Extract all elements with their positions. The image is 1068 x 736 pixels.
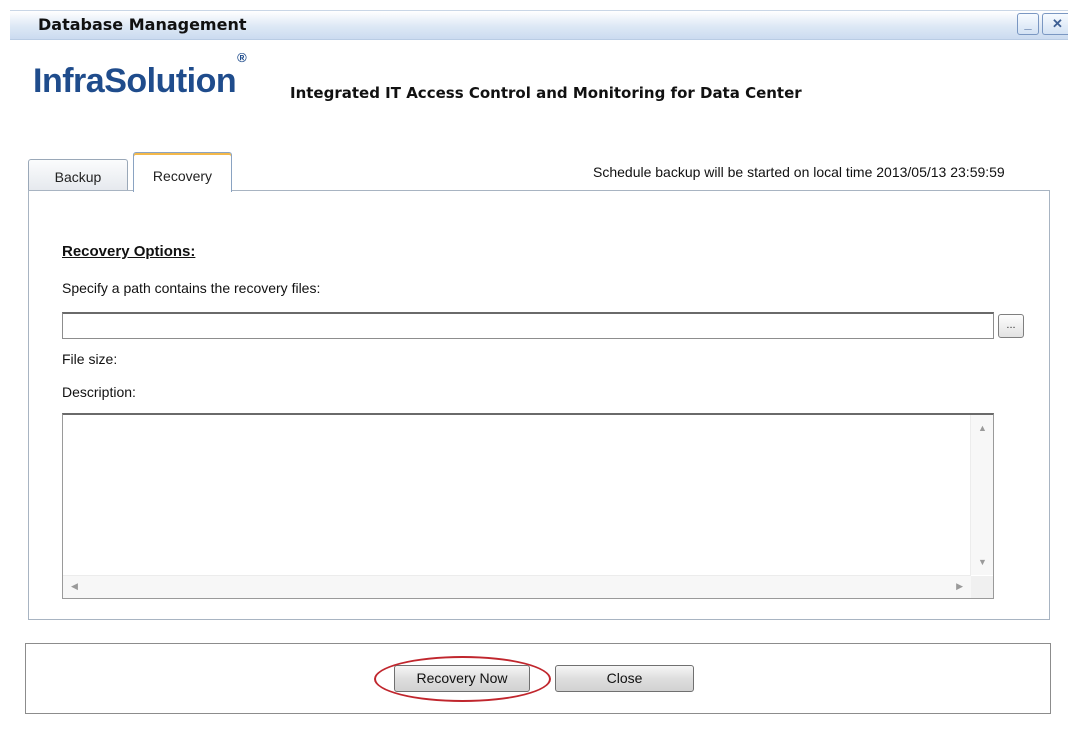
recovery-now-button[interactable]: Recovery Now xyxy=(394,665,530,692)
scroll-down-icon[interactable]: ▼ xyxy=(978,557,987,567)
scroll-right-icon[interactable]: ▶ xyxy=(956,581,963,592)
path-label: Specify a path contains the recovery fil… xyxy=(62,280,321,296)
recovery-path-input[interactable] xyxy=(62,312,994,339)
close-window-button[interactable]: ✕ xyxy=(1042,13,1068,35)
window-titlebar: Database Management _ ✕ xyxy=(10,10,1068,40)
product-tagline: Integrated IT Access Control and Monitor… xyxy=(290,84,802,102)
tab-backup[interactable]: Backup xyxy=(28,159,128,190)
window-title: Database Management xyxy=(38,15,247,34)
logo-part1: Infra xyxy=(33,62,105,100)
scroll-left-icon[interactable]: ◀ xyxy=(71,581,78,592)
button-bar xyxy=(25,643,1051,714)
vertical-scrollbar[interactable]: ▲ ▼ xyxy=(970,415,993,575)
description-textarea[interactable] xyxy=(63,415,971,575)
description-label: Description: xyxy=(62,384,136,400)
logo-part2: Solution xyxy=(104,62,237,100)
scroll-up-icon[interactable]: ▲ xyxy=(978,423,987,433)
horizontal-scrollbar[interactable]: ◀ ▶ xyxy=(63,575,971,598)
minimize-button[interactable]: _ xyxy=(1017,13,1039,35)
registered-mark: ® xyxy=(237,49,247,65)
tab-recovery[interactable]: Recovery xyxy=(133,152,232,192)
file-size-label: File size: xyxy=(62,351,118,367)
scrollbar-corner xyxy=(971,576,993,598)
browse-button[interactable]: ... xyxy=(998,314,1024,338)
close-button[interactable]: Close xyxy=(555,665,694,692)
schedule-status-text: Schedule backup will be started on local… xyxy=(593,164,1005,180)
recovery-options-heading: Recovery Options: xyxy=(62,243,196,260)
description-box: ▲ ▼ ◀ ▶ xyxy=(62,413,994,599)
infrasolution-logo: InfraSolution® xyxy=(33,50,247,101)
